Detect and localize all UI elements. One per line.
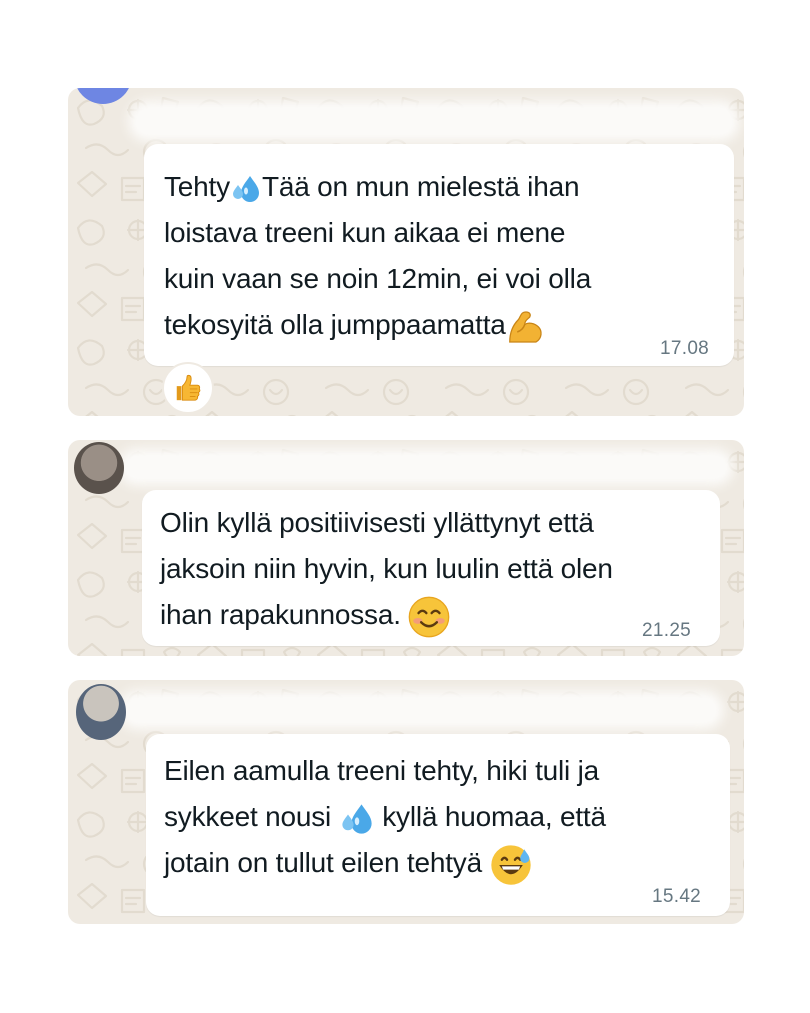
message-card: Eilen aamulla treeni tehty, hiki tuli ja…: [68, 680, 744, 924]
message-line: jotain on tullut eilen tehtyä: [164, 847, 482, 878]
reaction-badge[interactable]: [162, 362, 214, 414]
message-line: Olin kyllä positiivisesti yllättynyt ett…: [160, 507, 594, 538]
avatar[interactable]: [76, 684, 126, 740]
message-line: ihan rapakunnossa.: [160, 599, 401, 630]
avatar[interactable]: [74, 442, 124, 494]
message-timestamp: 15.42: [652, 886, 702, 907]
message-line: kuin vaan se noin 12min, ei voi olla: [164, 263, 592, 294]
smiling-face-icon: [408, 596, 450, 638]
message-timestamp: 17.08: [660, 338, 710, 359]
message-timestamp: 21.25: [642, 620, 692, 641]
message-line: sykkeet nousi: [164, 801, 332, 832]
message-line: loistava treeni kun aikaa ei mene: [164, 217, 566, 248]
message-line: Eilen aamulla treeni tehty, hiki tuli ja: [164, 755, 600, 786]
message-line: kyllä huomaa, että: [382, 801, 606, 832]
sweat-droplets-icon: [339, 801, 375, 837]
message-card: Tehty Tää on mun mielestä ihan loistava t…: [68, 88, 744, 416]
redacted-sender-name: [124, 454, 728, 480]
redacted-sender-name: [134, 106, 734, 136]
redacted-sender-name: [124, 696, 718, 724]
message-line: tekosyitä olla jumppaamatta: [164, 309, 506, 340]
message-text: Olin kyllä positiivisesti yllättynyt ett…: [160, 500, 613, 638]
message-text: Tehty Tää on mun mielestä ihan loistava t…: [164, 164, 591, 348]
sweat-droplets-icon: [230, 173, 262, 205]
message-text: Eilen aamulla treeni tehty, hiki tuli ja…: [164, 748, 606, 886]
message-card: Olin kyllä positiivisesti yllättynyt ett…: [68, 440, 744, 656]
message-line: jaksoin niin hyvin, kun luulin että olen: [160, 553, 613, 584]
thumbs-up-icon: [173, 373, 203, 403]
grinning-sweat-face-icon: [490, 844, 532, 886]
message-line: Tää on mun mielestä ihan: [261, 171, 580, 202]
message-line: Tehty: [164, 171, 230, 202]
flexed-biceps-icon: [506, 307, 546, 347]
